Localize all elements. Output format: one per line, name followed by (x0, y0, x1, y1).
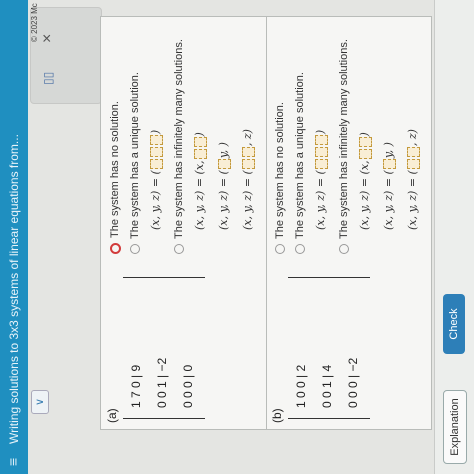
option-label: The system has infinitely many solutions… (338, 39, 350, 239)
radio-icon[interactable] (275, 244, 286, 254)
matrix-row: 0 0 0 | 0 (181, 364, 195, 408)
matrix-row: 1 7 0 | 9 (129, 364, 143, 408)
explanation-button[interactable]: Explanation (443, 390, 467, 464)
bottom-bar: Explanation Check (434, 0, 474, 474)
unique-solution-expression: (x, y, z) = () (149, 129, 163, 230)
answer-box[interactable] (241, 147, 255, 158)
radio-icon[interactable] (339, 244, 350, 254)
answer-box[interactable] (382, 159, 396, 170)
tool-panel: ▯▯ × (30, 7, 102, 104)
infinite-expression-1: (x, y, z) = (x,) (358, 24, 382, 254)
infinite-expression-1: (x, y, z) = (x,) (193, 24, 217, 254)
expr-tail: , z) (241, 129, 254, 147)
part-a-section: (a) 1 7 0 | 9 0 0 1 | −2 0 0 0 | 0 The s… (101, 17, 267, 429)
option-label: The system has a unique solution. (129, 72, 141, 239)
problem-card: (a) 1 7 0 | 9 0 0 1 | −2 0 0 0 | 0 The s… (100, 16, 432, 430)
answer-box[interactable] (193, 137, 207, 148)
page: ≡ Writing solutions to 3x3 systems of li… (0, 0, 474, 474)
part-a-options: The system has no solution. The system h… (109, 24, 265, 254)
answer-box[interactable] (241, 159, 255, 170)
copyright-text: © 2023 Mc (30, 3, 39, 42)
part-b-section: (b) 1 0 0 | 2 0 0 1 | 4 0 0 0 | −2 The s… (266, 17, 431, 429)
matrix-row: 1 0 0 | 2 (294, 364, 308, 408)
radio-icon[interactable] (295, 244, 306, 254)
expr-tail: y, ) (217, 142, 230, 159)
part-b-options: The system has no solution. The system h… (274, 24, 430, 254)
part-b-label: (b) (270, 408, 284, 423)
matrix-row: 0 0 0 | −2 (346, 357, 360, 408)
infinite-expression-2: (x, y, z) = ( y, ) (217, 24, 241, 254)
chevron-down-button[interactable]: ∨ (31, 390, 49, 414)
answer-box[interactable] (314, 159, 328, 170)
answer-box[interactable] (217, 159, 231, 170)
option-label: The system has a unique solution. (294, 72, 306, 239)
expr-text: (x, y, z) = ( (382, 170, 395, 230)
expr-tail: ) (193, 132, 206, 137)
option-unique-solution[interactable]: The system has a unique solution. (294, 24, 314, 254)
check-button[interactable]: Check (443, 294, 465, 354)
answer-box[interactable] (149, 147, 163, 158)
answer-box[interactable] (406, 159, 420, 170)
answer-box[interactable] (406, 147, 420, 158)
infinite-expression-3: (x, y, z) = ( , z) (241, 24, 265, 254)
grid-icon[interactable]: ▯▯ (41, 72, 55, 85)
screenshot-stage: ≡ Writing solutions to 3x3 systems of li… (0, 0, 474, 474)
close-icon[interactable]: × (39, 34, 57, 43)
page-title: Writing solutions to 3x3 systems of line… (7, 134, 21, 444)
expr-text: (x, y, z) = ( (241, 170, 254, 230)
expr-text: (x, y, z) = ( (406, 170, 419, 230)
answer-box[interactable] (358, 137, 372, 148)
infinite-expression-3: (x, y, z) = ( , z) (406, 24, 430, 254)
expr-tail: , z) (406, 129, 419, 147)
radio-icon[interactable] (130, 244, 141, 254)
option-label: The system has no solution. (274, 102, 286, 239)
infinite-expression-2: (x, y, z) = ( y, ) (382, 24, 406, 254)
radio-icon[interactable] (174, 244, 185, 254)
option-no-solution[interactable]: The system has no solution. (109, 24, 129, 254)
part-b-matrix: 1 0 0 | 2 0 0 1 | 4 0 0 0 | −2 (288, 277, 370, 419)
part-a-matrix: 1 7 0 | 9 0 0 1 | −2 0 0 0 | 0 (123, 277, 205, 419)
matrix-row: 0 0 1 | 4 (320, 364, 334, 408)
option-label: The system has no solution. (109, 101, 121, 238)
option-label: The system has infinitely many solutions… (173, 39, 185, 239)
expr-text: (x, y, z) = (x, (358, 160, 371, 230)
option-unique-solution[interactable]: The system has a unique solution. (129, 24, 149, 254)
answer-box[interactable] (193, 149, 207, 160)
hamburger-icon[interactable]: ≡ (5, 458, 21, 466)
matrix-row: 0 0 1 | −2 (155, 357, 169, 408)
answer-box[interactable] (314, 135, 328, 146)
part-a-label: (a) (105, 408, 119, 423)
radio-selected-icon[interactable] (109, 243, 121, 254)
expr-text: (x, y, z) = ( (314, 170, 327, 230)
expr-tail: y, ) (382, 142, 395, 159)
option-no-solution[interactable]: The system has no solution. (274, 24, 294, 254)
option-infinite-solutions[interactable]: The system has infinitely many solutions… (173, 24, 193, 254)
answer-box[interactable] (358, 149, 372, 160)
expr-tail: ) (358, 132, 371, 137)
expr-text: (x, y, z) = ( (149, 170, 162, 230)
answer-box[interactable] (314, 147, 328, 158)
expr-text: (x, y, z) = (x, (193, 160, 206, 230)
answer-box[interactable] (149, 135, 163, 146)
expr-text: (x, y, z) = ( (217, 170, 230, 230)
answer-box[interactable] (149, 159, 163, 170)
unique-solution-expression: (x, y, z) = () (314, 129, 328, 230)
option-infinite-solutions[interactable]: The system has infinitely many solutions… (338, 24, 358, 254)
top-bar: ≡ Writing solutions to 3x3 systems of li… (0, 0, 28, 474)
